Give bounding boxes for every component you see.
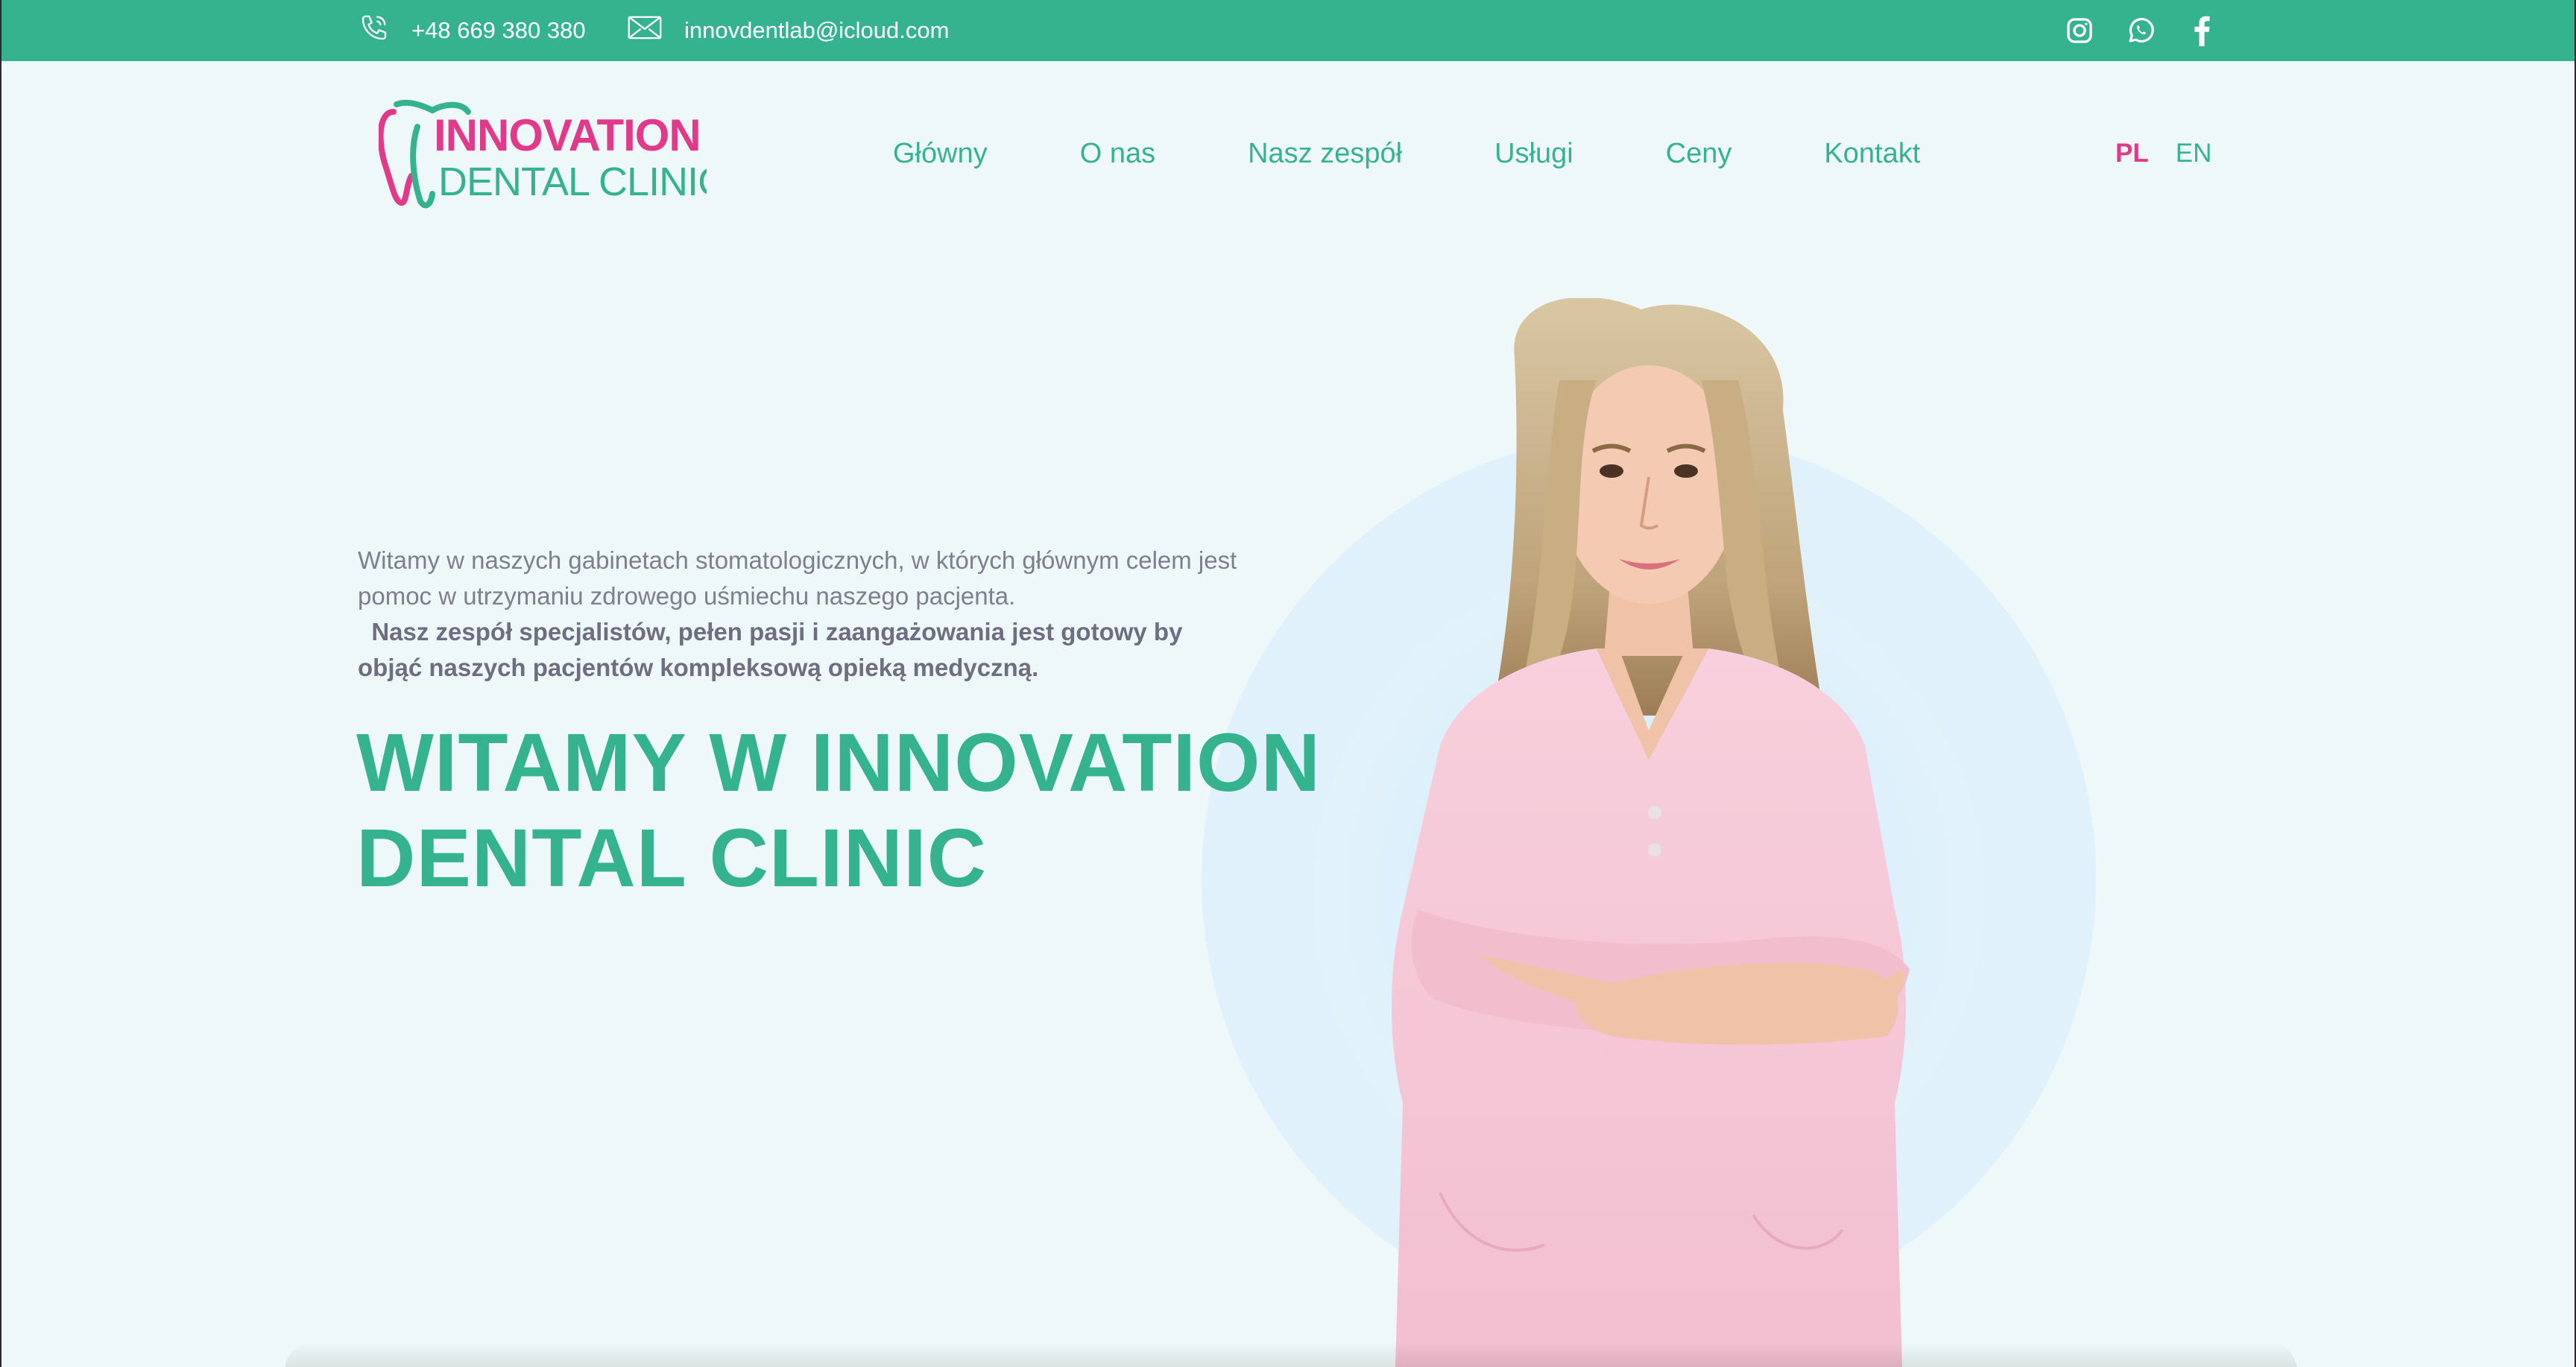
hero-headline: WITAMY W INNOVATION DENTAL CLINIC	[356, 717, 1322, 904]
intro-regular: Witamy w naszych gabinetach stomatologic…	[358, 546, 1237, 610]
envelope-icon	[628, 15, 662, 46]
nav-item-prices[interactable]: Ceny	[1666, 138, 1732, 170]
phone-number: +48 669 380 380	[411, 17, 586, 43]
clinic-logo[interactable]: INNOVATION DENTAL CLINIC	[377, 97, 727, 210]
top-contact-bar: +48 669 380 380 innovdentlab@icloud.com	[1, 0, 2575, 61]
main-nav: Główny O nas Nasz zespół Usługi Ceny Kon…	[893, 131, 1920, 176]
email-address: innovdentlab@icloud.com	[684, 17, 950, 43]
nav-item-team[interactable]: Nasz zespół	[1248, 138, 1402, 170]
nav-item-about[interactable]: O nas	[1080, 138, 1155, 170]
phone-icon	[359, 13, 389, 48]
language-switcher: PL EN	[2115, 131, 2212, 176]
lang-en[interactable]: EN	[2176, 139, 2212, 168]
hero-intro-text: Witamy w naszych gabinetach stomatologic…	[358, 543, 1252, 686]
intro-bold: Nasz zespół specjalistów, pełen pasji i …	[358, 618, 1183, 681]
phone-contact[interactable]: +48 669 380 380	[359, 0, 586, 61]
nav-item-services[interactable]: Usługi	[1494, 138, 1573, 170]
whatsapp-icon[interactable]	[2124, 14, 2157, 47]
lang-pl[interactable]: PL	[2115, 139, 2149, 168]
section-shadow	[285, 1342, 2297, 1367]
nav-item-contact[interactable]: Kontakt	[1824, 138, 1920, 170]
nav-item-home[interactable]: Główny	[893, 138, 988, 170]
facebook-icon[interactable]	[2185, 14, 2218, 47]
email-contact[interactable]: innovdentlab@icloud.com	[628, 0, 949, 61]
social-links	[2063, 0, 2218, 61]
instagram-icon[interactable]	[2063, 14, 2096, 47]
logo-line1: INNOVATION	[434, 110, 701, 160]
logo-line2: DENTAL CLINIC	[438, 160, 707, 204]
page: +48 669 380 380 innovdentlab@icloud.com	[1, 0, 2575, 1367]
